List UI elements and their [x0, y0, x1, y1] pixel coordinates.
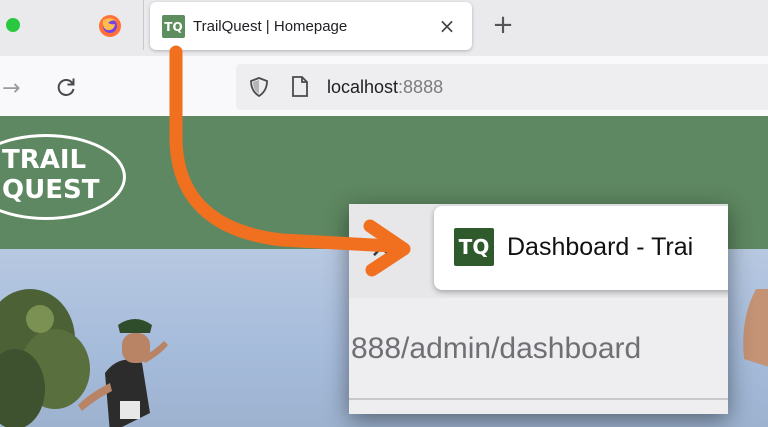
close-icon: × [369, 230, 395, 265]
firefox-icon[interactable] [98, 14, 122, 38]
url-port: :8888 [398, 77, 444, 97]
zoom-callout: × TQ Dashboard - Trai 888/admin/dashboar… [349, 204, 728, 414]
tab-favicon: TQ [162, 15, 185, 38]
forward-arrow-icon[interactable]: → [2, 76, 20, 101]
logo-line-1: TRAIL [2, 145, 87, 175]
navigation-toolbar: → localhost:8888 [0, 56, 768, 116]
close-icon[interactable]: × [434, 13, 460, 39]
callout-url-text: 888/admin/dashboard [351, 332, 642, 365]
runner-image-right [743, 289, 768, 367]
callout-tab-dashboard: TQ Dashboard - Trai [434, 206, 728, 290]
callout-url-bar: 888/admin/dashboard [349, 304, 728, 396]
callout-tab-favicon: TQ [454, 228, 494, 266]
url-host: localhost [327, 77, 399, 97]
tab-separator [143, 0, 144, 50]
logo-text: TRAIL QUEST [2, 145, 99, 205]
tab-trailquest-homepage[interactable]: TQ TrailQuest | Homepage × [150, 2, 472, 50]
tab-strip: TQ TrailQuest | Homepage × + [0, 0, 768, 56]
logo-line-2: QUEST [2, 175, 100, 205]
callout-tab-title: Dashboard - Trai [507, 233, 694, 261]
url-text[interactable]: localhost:8888 [327, 77, 443, 98]
page-icon[interactable] [290, 75, 310, 98]
plus-icon[interactable]: + [490, 10, 516, 40]
url-bar[interactable]: localhost:8888 [236, 64, 768, 110]
window-maximize-button[interactable] [6, 18, 20, 32]
runner-image [78, 319, 168, 427]
reload-icon[interactable] [55, 76, 77, 98]
callout-divider [349, 398, 728, 400]
callout-tab-strip: × TQ Dashboard - Trai [349, 204, 728, 298]
shield-icon[interactable] [248, 76, 270, 98]
tab-title: TrailQuest | Homepage [193, 18, 348, 35]
